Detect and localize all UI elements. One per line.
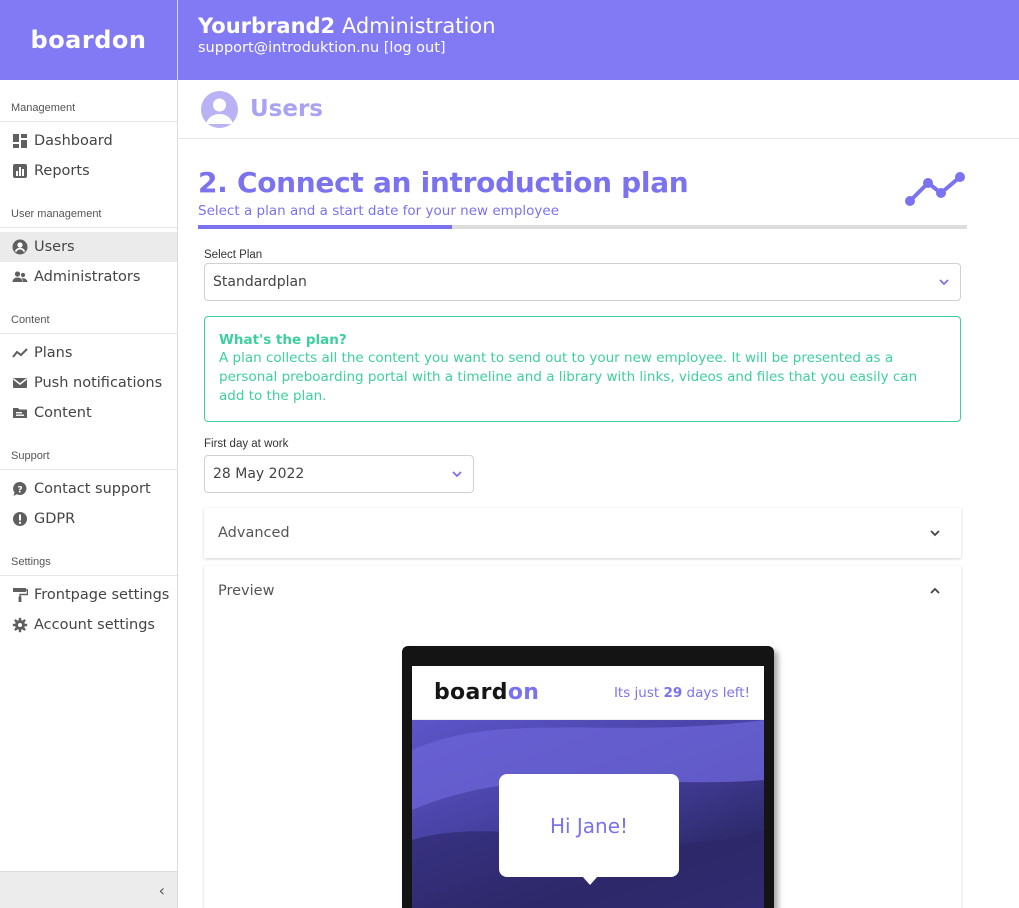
envelope-icon bbox=[12, 375, 28, 391]
nav-section-user-management: User management Users Administrators bbox=[0, 208, 177, 292]
sidebar-collapse-button[interactable]: ‹ bbox=[0, 871, 177, 908]
sidebar-item-content[interactable]: Content bbox=[0, 398, 177, 428]
sidebar-nav: Management Dashboard Reports User manage… bbox=[0, 80, 177, 640]
brand-name: Yourbrand2 bbox=[198, 14, 336, 38]
nav-heading: Settings bbox=[0, 556, 177, 576]
dashboard-icon bbox=[12, 133, 28, 149]
countdown-suffix: days left! bbox=[682, 684, 750, 701]
start-date-value: 28 May 2022 bbox=[213, 466, 305, 482]
sidebar-item-label: Contact support bbox=[34, 481, 151, 497]
user-email: support@introduktion.nu bbox=[198, 40, 380, 56]
sidebar-item-label: Administrators bbox=[34, 269, 141, 285]
sidebar-item-gdpr[interactable]: GDPR bbox=[0, 504, 177, 534]
sidebar: boardon Management Dashboard Reports Use… bbox=[0, 0, 178, 908]
greeting-text: Hi Jane! bbox=[549, 813, 629, 838]
exclamation-icon bbox=[12, 511, 28, 527]
page-title: Users bbox=[250, 96, 323, 122]
sidebar-item-contact-support[interactable]: ? Contact support bbox=[0, 474, 177, 504]
preview-logo-main: board bbox=[434, 680, 508, 705]
admin-title: Yourbrand2 Administration bbox=[198, 14, 1019, 38]
nav-section-content: Content Plans Push notifications Content bbox=[0, 314, 177, 428]
greeting-bubble: Hi Jane! bbox=[499, 774, 679, 877]
app-logo[interactable]: boardon bbox=[31, 26, 147, 54]
countdown-prefix: Its just bbox=[613, 684, 664, 701]
sidebar-item-frontpage-settings[interactable]: Frontpage settings bbox=[0, 580, 177, 610]
sidebar-item-label: GDPR bbox=[34, 511, 76, 527]
chevron-down-icon bbox=[938, 276, 950, 288]
trend-line-icon bbox=[12, 345, 28, 361]
sidebar-item-push-notifications[interactable]: Push notifications bbox=[0, 368, 177, 398]
question-icon: ? bbox=[12, 481, 28, 497]
sidebar-item-label: Content bbox=[34, 405, 92, 421]
panel-title: Preview bbox=[218, 583, 275, 599]
nav-heading: Support bbox=[0, 450, 177, 470]
logo-bar: boardon bbox=[0, 0, 177, 80]
paint-roller-icon bbox=[12, 587, 28, 603]
folder-icon bbox=[12, 405, 28, 421]
step-progress-fill bbox=[198, 225, 452, 229]
sidebar-item-label: Dashboard bbox=[34, 133, 113, 149]
sidebar-item-account-settings[interactable]: Account settings bbox=[0, 610, 177, 640]
preview-logo-accent: on bbox=[507, 680, 540, 705]
nav-section-support: Support ? Contact support GDPR bbox=[0, 450, 177, 534]
greeting-bubble-tip bbox=[582, 876, 598, 885]
account-line: support@introduktion.nu [log out] bbox=[198, 40, 1019, 56]
admin-title-suffix: Administration bbox=[335, 14, 496, 38]
sidebar-item-label: Plans bbox=[34, 345, 73, 361]
preview-panel: Preview boardon Its just 29 days left! H… bbox=[204, 566, 961, 908]
trend-line-icon bbox=[903, 171, 965, 207]
start-date-label: First day at work bbox=[204, 438, 289, 450]
preview-device: boardon Its just 29 days left! Hi Jane! bbox=[402, 646, 774, 908]
start-date-picker[interactable]: 28 May 2022 bbox=[204, 455, 474, 493]
countdown-days: 29 bbox=[663, 684, 683, 701]
plan-select-label: Select Plan bbox=[204, 249, 263, 261]
preview-screen: boardon Its just 29 days left! Hi Jane! bbox=[412, 666, 764, 908]
panel-title: Advanced bbox=[218, 525, 290, 541]
step-progress-bar bbox=[198, 225, 967, 229]
advanced-panel: Advanced bbox=[204, 508, 961, 558]
user-circle-icon bbox=[12, 239, 28, 255]
sidebar-item-users[interactable]: Users bbox=[0, 232, 177, 262]
nav-section-settings: Settings Frontpage settings Account sett… bbox=[0, 556, 177, 640]
nav-heading: Content bbox=[0, 314, 177, 334]
sidebar-item-label: Reports bbox=[34, 163, 90, 179]
info-title: What's the plan? bbox=[219, 332, 347, 348]
sidebar-item-dashboard[interactable]: Dashboard bbox=[0, 126, 177, 156]
preview-countdown: Its just 29 days left! bbox=[614, 685, 750, 701]
bar-chart-icon bbox=[12, 163, 28, 179]
sidebar-item-reports[interactable]: Reports bbox=[0, 156, 177, 186]
step-subtitle: Select a plan and a start date for your … bbox=[198, 203, 559, 219]
page-header: Users bbox=[178, 80, 1019, 139]
chevron-left-icon: ‹ bbox=[158, 880, 165, 900]
sidebar-item-label: Users bbox=[34, 239, 75, 255]
nav-heading: User management bbox=[0, 208, 177, 228]
user-avatar-icon bbox=[201, 90, 238, 128]
plan-select-value: Standardplan bbox=[213, 274, 307, 290]
preview-logo: boardon bbox=[434, 680, 539, 705]
sidebar-item-plans[interactable]: Plans bbox=[0, 338, 177, 368]
preview-panel-toggle[interactable]: Preview bbox=[204, 566, 961, 616]
plan-info-box: What's the plan? A plan collects all the… bbox=[204, 316, 961, 422]
sidebar-item-label: Account settings bbox=[34, 617, 155, 633]
preview-hero: Hi Jane! bbox=[412, 720, 764, 908]
chevron-up-icon bbox=[929, 585, 941, 597]
svg-text:?: ? bbox=[17, 486, 22, 496]
top-bar: Yourbrand2 Administration support@introd… bbox=[178, 0, 1019, 80]
sidebar-item-label: Frontpage settings bbox=[34, 587, 170, 603]
plan-select[interactable]: Standardplan bbox=[204, 263, 961, 301]
nav-heading: Management bbox=[0, 102, 177, 122]
sidebar-item-label: Push notifications bbox=[34, 375, 163, 391]
people-icon bbox=[12, 269, 28, 285]
sidebar-item-administrators[interactable]: Administrators bbox=[0, 262, 177, 292]
gear-icon bbox=[12, 617, 28, 633]
info-text: A plan collects all the content you want… bbox=[219, 350, 918, 404]
nav-section-management: Management Dashboard Reports bbox=[0, 102, 177, 186]
logout-link[interactable]: [log out] bbox=[384, 40, 446, 56]
preview-header: boardon Its just 29 days left! bbox=[412, 666, 764, 720]
chevron-down-icon bbox=[929, 527, 941, 539]
advanced-panel-toggle[interactable]: Advanced bbox=[204, 508, 961, 558]
chevron-down-icon bbox=[451, 468, 463, 480]
step-title: 2. Connect an introduction plan bbox=[198, 166, 689, 199]
